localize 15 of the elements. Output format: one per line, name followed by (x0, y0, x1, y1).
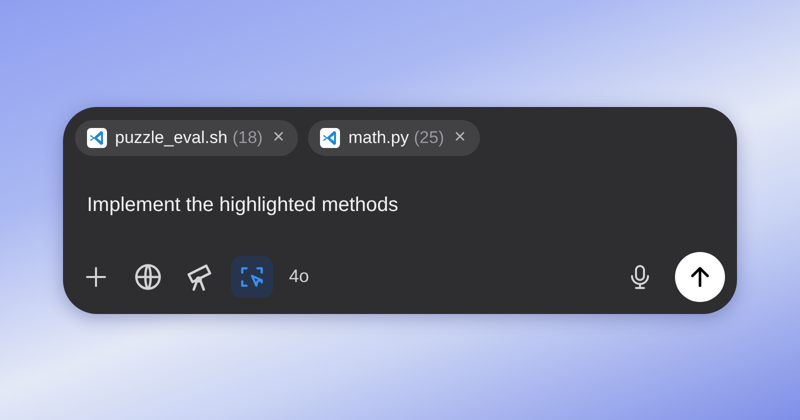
model-selector[interactable]: 4o (283, 266, 316, 287)
line-count: (18) (232, 128, 263, 148)
screen-select-button[interactable] (231, 256, 273, 298)
prompt-text[interactable]: Implement the highlighted methods (87, 194, 725, 216)
file-name: math.py (348, 128, 409, 148)
microphone-icon (628, 264, 652, 290)
globe-icon (134, 262, 162, 290)
file-name: puzzle_eval.sh (115, 128, 228, 148)
close-button[interactable]: × (270, 126, 286, 149)
code-editor-icon (87, 128, 107, 148)
close-button[interactable]: × (452, 126, 468, 149)
plus-icon (84, 264, 108, 288)
line-count: (25) (414, 128, 444, 148)
send-button[interactable] (675, 252, 725, 302)
code-editor-icon (320, 128, 340, 148)
